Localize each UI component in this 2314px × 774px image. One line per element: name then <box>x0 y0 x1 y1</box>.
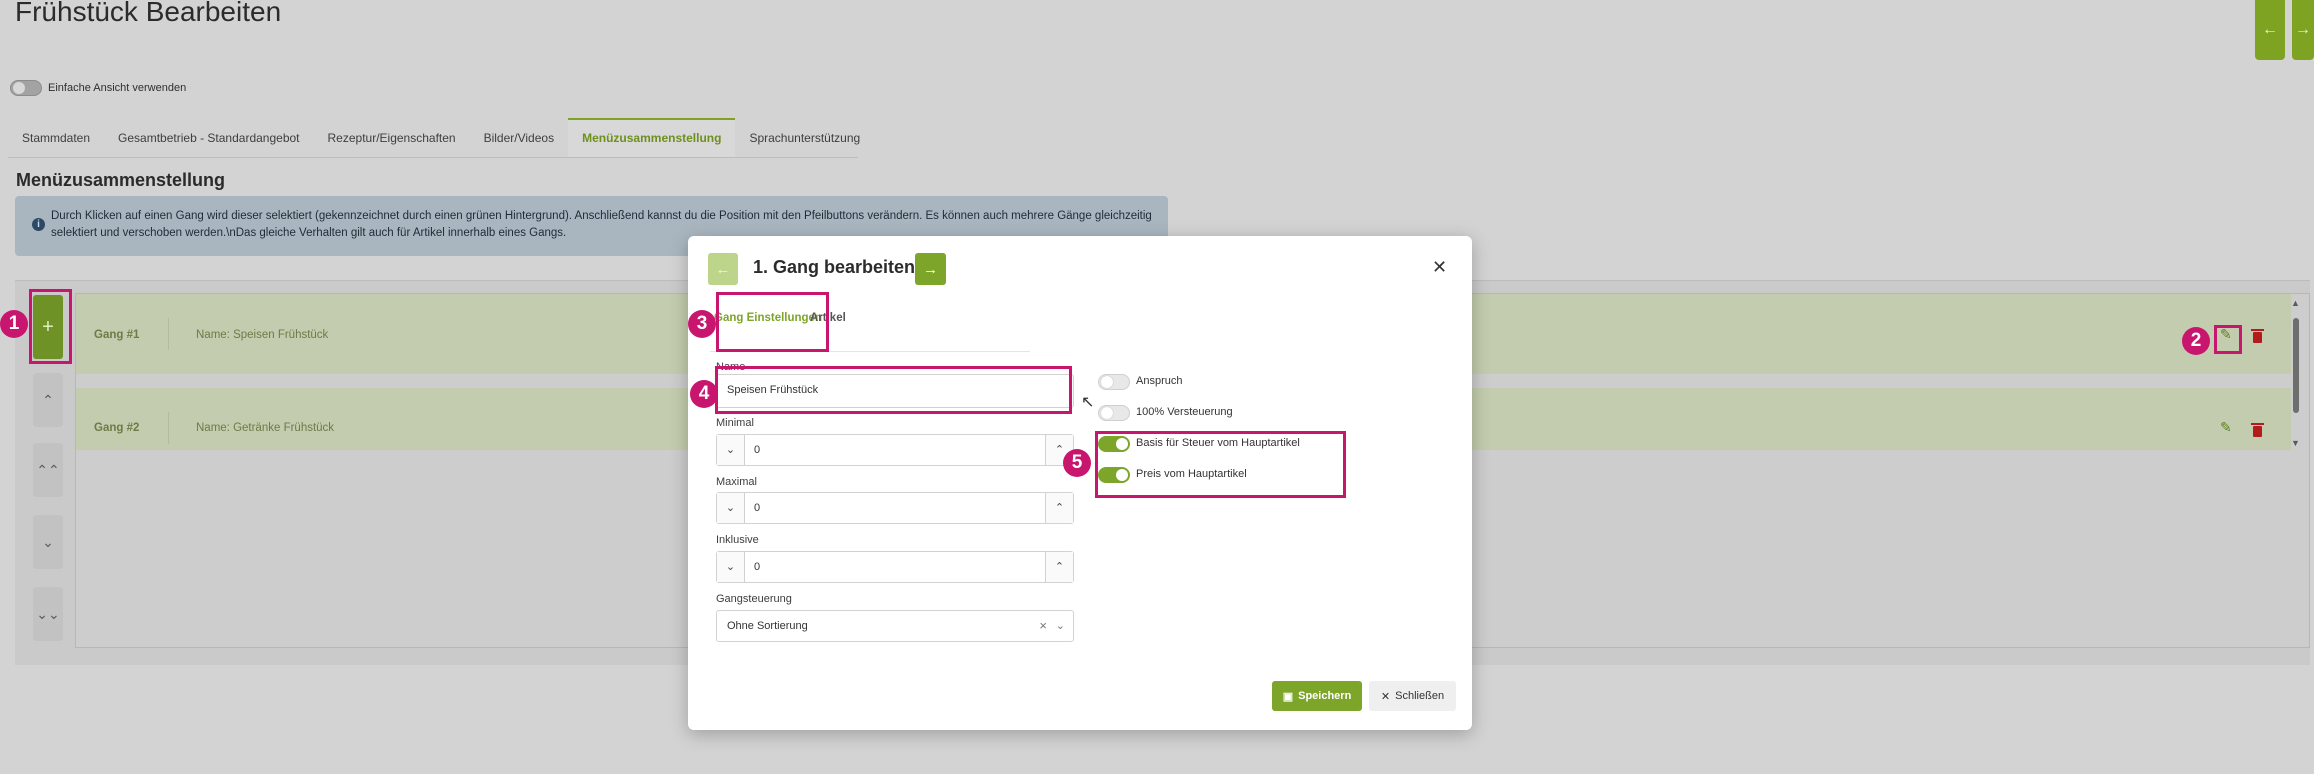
info-icon: i <box>32 218 45 231</box>
anspruch-toggle[interactable] <box>1098 374 1130 390</box>
close-label: Schließen <box>1395 690 1445 702</box>
decrement-button[interactable]: ⌄ <box>717 552 745 582</box>
row-divider <box>168 412 169 444</box>
modal-next-button[interactable]: → <box>915 253 946 285</box>
clear-icon[interactable]: × <box>1039 611 1047 641</box>
tab-bilder-videos[interactable]: Bilder/Videos <box>470 118 569 157</box>
highlight-5 <box>1095 431 1346 498</box>
save-button[interactable]: ▣ Speichern <box>1272 681 1362 711</box>
modal-title: 1. Gang bearbeiten <box>753 257 916 277</box>
pencil-icon[interactable]: ✎ <box>2220 419 2232 436</box>
decrement-button[interactable]: ⌄ <box>717 435 745 465</box>
close-icon: ✕ <box>1380 690 1391 703</box>
move-top-button[interactable]: ⌃⌃ <box>33 443 63 497</box>
double-chevron-down-icon: ⌄⌄ <box>36 605 60 622</box>
versteuerung-label: 100% Versteuerung <box>1136 406 1233 418</box>
main-tabs: Stammdaten Gesamtbetrieb - Standardangeb… <box>8 118 860 158</box>
arrow-right-icon: → <box>923 260 938 278</box>
annotation-marker-2: 2 <box>2182 327 2210 355</box>
chevron-down-icon: ⌄ <box>42 533 54 550</box>
minimal-label: Minimal <box>716 417 754 429</box>
scrollbar[interactable]: ▲ ▼ <box>2290 298 2302 448</box>
gangsteuerung-label: Gangsteuerung <box>716 593 792 605</box>
tab-stammdaten[interactable]: Stammdaten <box>8 118 104 157</box>
next-item-button[interactable]: → <box>2292 0 2314 60</box>
move-up-button[interactable]: ⌃ <box>33 373 63 427</box>
prev-item-button[interactable]: ← <box>2255 0 2285 60</box>
gangsteuerung-value: Ohne Sortierung <box>727 620 808 632</box>
maximal-label: Maximal <box>716 476 757 488</box>
anspruch-label: Anspruch <box>1136 375 1183 387</box>
course-label: Gang #2 <box>94 422 140 434</box>
increment-button[interactable]: ⌃ <box>1045 493 1073 523</box>
maximal-value[interactable]: 0 <box>754 493 760 523</box>
tab-sprachunterstuetzung[interactable]: Sprachunterstützung <box>735 118 874 157</box>
page-title: Frühstück Bearbeiten <box>15 0 282 27</box>
annotation-marker-1: 1 <box>0 310 28 338</box>
move-bottom-button[interactable]: ⌄⌄ <box>33 587 63 641</box>
decrement-button[interactable]: ⌄ <box>717 493 745 523</box>
save-icon: ▣ <box>1282 690 1294 703</box>
minimal-stepper[interactable]: ⌄ 0 ⌃ <box>716 434 1074 466</box>
highlight-2 <box>2214 325 2242 354</box>
scroll-up-icon[interactable]: ▲ <box>2291 298 2300 308</box>
minimal-value[interactable]: 0 <box>754 435 760 465</box>
course-name: Name: Getränke Frühstück <box>196 422 335 434</box>
simple-view-toggle[interactable] <box>10 80 42 96</box>
annotation-marker-5: 5 <box>1063 449 1091 477</box>
move-down-button[interactable]: ⌄ <box>33 515 63 569</box>
section-title: Menüzusammenstellung <box>16 170 226 190</box>
modal-prev-button[interactable]: ← <box>708 253 738 285</box>
highlight-1 <box>29 289 72 364</box>
versteuerung-toggle[interactable] <box>1098 405 1130 421</box>
arrow-left-icon: ← <box>2262 21 2278 38</box>
info-text: Durch Klicken auf einen Gang wird dieser… <box>51 210 1152 239</box>
scroll-down-icon[interactable]: ▼ <box>2291 438 2300 448</box>
gangsteuerung-select[interactable]: Ohne Sortierung × ⌄ <box>716 610 1074 642</box>
maximal-stepper[interactable]: ⌄ 0 ⌃ <box>716 492 1074 524</box>
chevron-down-icon[interactable]: ⌄ <box>1056 611 1065 641</box>
arrow-left-icon: ← <box>715 260 731 278</box>
close-icon[interactable]: ✕ <box>1432 257 1447 278</box>
mouse-cursor-icon: ↖ <box>1081 394 1095 411</box>
inklusive-value[interactable]: 0 <box>754 552 760 582</box>
course-label: Gang #1 <box>94 329 140 341</box>
highlight-4 <box>715 366 1072 414</box>
chevron-up-icon: ⌃ <box>42 391 54 408</box>
trash-icon[interactable] <box>2251 423 2264 437</box>
simple-view-label: Einfache Ansicht verwenden <box>48 82 187 94</box>
inklusive-label: Inklusive <box>716 534 759 546</box>
save-label: Speichern <box>1298 690 1352 702</box>
double-chevron-up-icon: ⌃⌃ <box>36 461 60 478</box>
row-divider <box>168 318 169 350</box>
arrow-right-icon: → <box>2295 21 2311 38</box>
close-button[interactable]: ✕ Schließen <box>1369 681 1456 711</box>
increment-button[interactable]: ⌃ <box>1045 552 1073 582</box>
tab-rezeptur[interactable]: Rezeptur/Eigenschaften <box>314 118 470 157</box>
trash-icon[interactable] <box>2251 329 2264 343</box>
scroll-thumb[interactable] <box>2293 318 2299 413</box>
tab-gesamtbetrieb[interactable]: Gesamtbetrieb - Standardangebot <box>104 118 313 157</box>
tab-menuezusammenstellung[interactable]: Menüzusammenstellung <box>568 118 736 157</box>
highlight-3 <box>716 292 829 352</box>
annotation-marker-3: 3 <box>688 310 716 338</box>
inklusive-stepper[interactable]: ⌄ 0 ⌃ <box>716 551 1074 583</box>
annotation-marker-4: 4 <box>690 380 718 408</box>
course-name: Name: Speisen Frühstück <box>196 329 329 341</box>
